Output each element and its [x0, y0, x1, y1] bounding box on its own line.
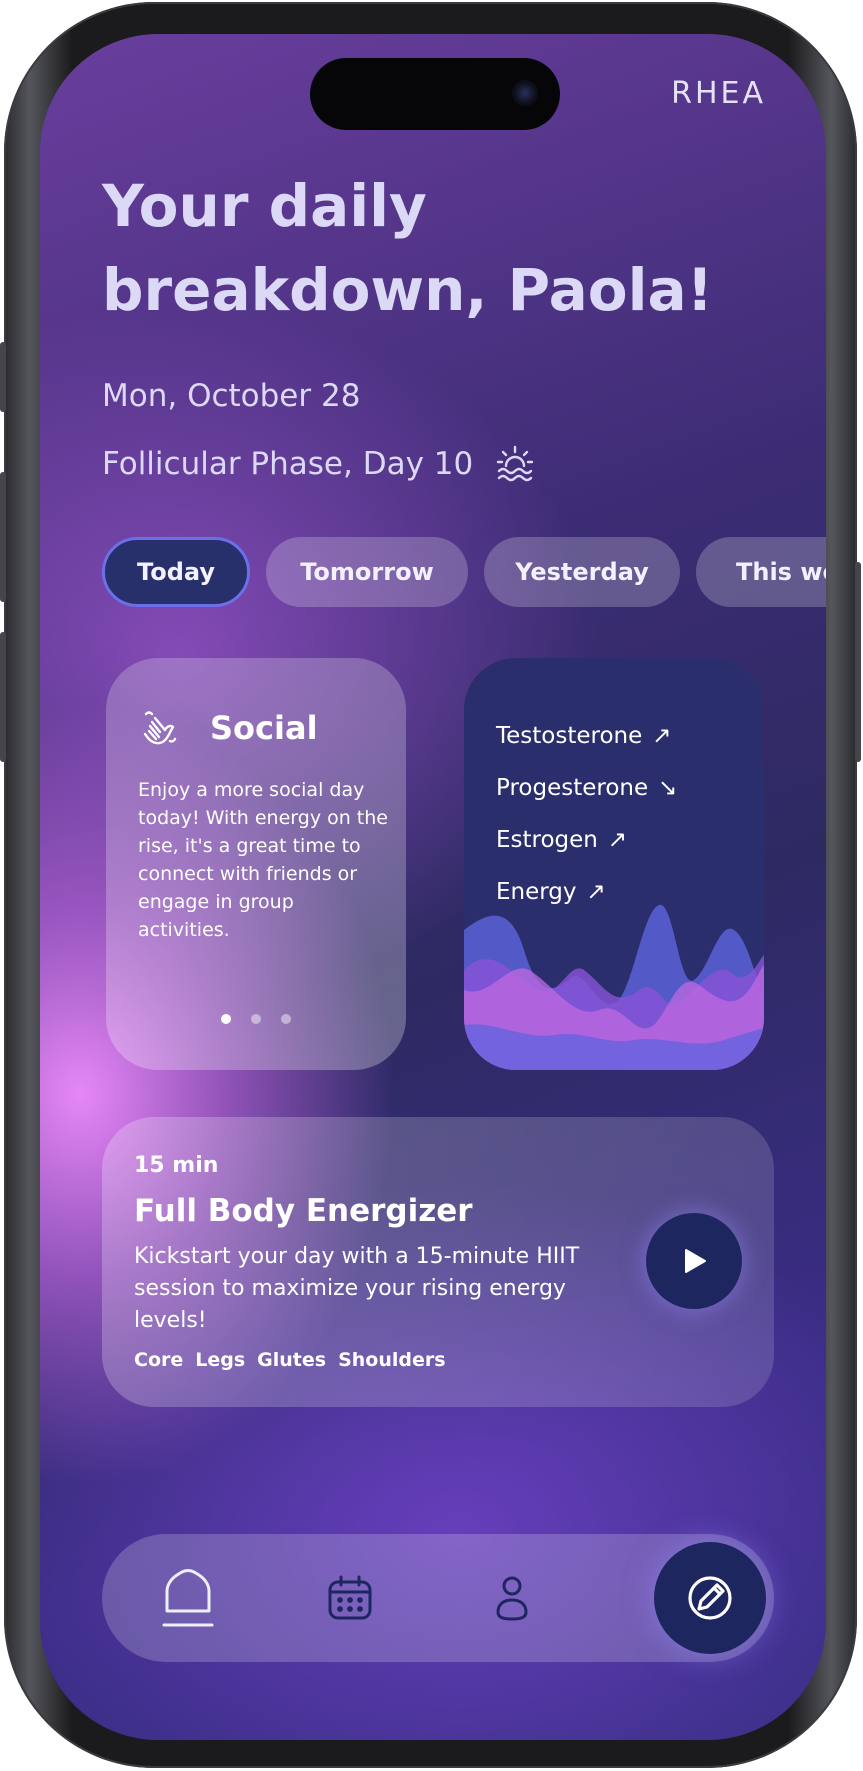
workout-description: Kickstart your day with a 15-minute HIIT… — [134, 1244, 580, 1333]
social-card-body: Enjoy a more social day today! With ener… — [138, 779, 388, 941]
social-card-header: Social — [140, 708, 318, 748]
trend-down-arrow-icon: ↘ — [658, 775, 678, 801]
workout-tag: Shoulders — [338, 1349, 446, 1371]
nav-calendar[interactable] — [318, 1566, 382, 1630]
waving-hand-icon — [143, 711, 177, 745]
hormones-card[interactable]: Testosterone ↗ Progesterone ↘ Estrogen ↗… — [464, 658, 764, 1070]
cycle-phase: Follicular Phase, Day 10 — [102, 444, 535, 484]
current-date: Mon, October 28 — [102, 378, 361, 414]
hormone-wave-graphic — [464, 904, 764, 1070]
tab-yesterday[interactable]: Yesterday — [484, 537, 680, 607]
tab-today[interactable]: Today — [102, 537, 250, 607]
play-icon — [685, 1249, 706, 1273]
hormone-item: Progesterone ↘ — [496, 762, 677, 814]
workout-tags: Core Legs Glutes Shoulders — [134, 1349, 446, 1371]
sunrise-icon — [497, 445, 534, 482]
social-card[interactable]: Social Enjoy a more social day today! Wi… — [106, 658, 406, 1070]
app-screen: RHEA Your daily breakdown, Paola! Mon, O… — [40, 34, 826, 1740]
workout-card[interactable]: 15 min Full Body Energizer Kickstart you… — [102, 1117, 774, 1407]
volume-up-button — [0, 472, 6, 602]
profile-icon — [496, 1576, 528, 1621]
volume-down-button — [0, 632, 6, 762]
workout-duration: 15 min — [134, 1153, 219, 1178]
carousel-indicator[interactable] — [106, 1014, 406, 1024]
calendar-icon — [328, 1575, 372, 1620]
hormone-name: Testosterone — [496, 723, 643, 749]
edit-icon — [688, 1576, 732, 1620]
app-logo: RHEA — [671, 76, 766, 111]
hormone-name: Estrogen — [496, 827, 598, 853]
nav-profile[interactable] — [480, 1566, 544, 1630]
social-card-title: Social — [210, 709, 318, 747]
play-button[interactable] — [646, 1213, 742, 1309]
hormone-item: Testosterone ↗ — [496, 710, 677, 762]
trend-up-arrow-icon: ↗ — [652, 723, 672, 749]
phone-frame: RHEA Your daily breakdown, Paola! Mon, O… — [0, 2, 861, 1768]
bottom-navigation — [102, 1534, 774, 1662]
action-button — [0, 342, 6, 412]
workout-title: Full Body Energizer — [134, 1193, 473, 1229]
dynamic-island — [310, 58, 560, 130]
tab-tomorrow[interactable]: Tomorrow — [266, 537, 468, 607]
hormone-list: Testosterone ↗ Progesterone ↘ Estrogen ↗… — [496, 710, 677, 918]
camera-icon — [512, 80, 538, 106]
hormone-name: Progesterone — [496, 775, 649, 801]
page-title: Your daily breakdown, Paola! — [102, 172, 714, 324]
carousel-dot-active[interactable] — [221, 1014, 231, 1024]
cycle-phase-label: Follicular Phase, Day 10 — [102, 446, 474, 482]
carousel-dot[interactable] — [281, 1014, 291, 1024]
workout-tag: Glutes — [257, 1349, 327, 1371]
home-icon — [162, 1569, 214, 1627]
new-entry-button[interactable] — [654, 1542, 766, 1654]
nav-home[interactable] — [156, 1566, 220, 1630]
workout-tag: Legs — [195, 1349, 246, 1371]
hormone-item: Estrogen ↗ — [496, 814, 677, 866]
trend-up-arrow-icon: ↗ — [607, 827, 628, 853]
power-button — [855, 562, 861, 762]
carousel-dot[interactable] — [251, 1014, 261, 1024]
workout-tag: Core — [134, 1349, 184, 1371]
day-selector: Today Tomorrow Yesterday This wee — [102, 537, 826, 607]
tab-this-week[interactable]: This wee — [696, 537, 826, 607]
